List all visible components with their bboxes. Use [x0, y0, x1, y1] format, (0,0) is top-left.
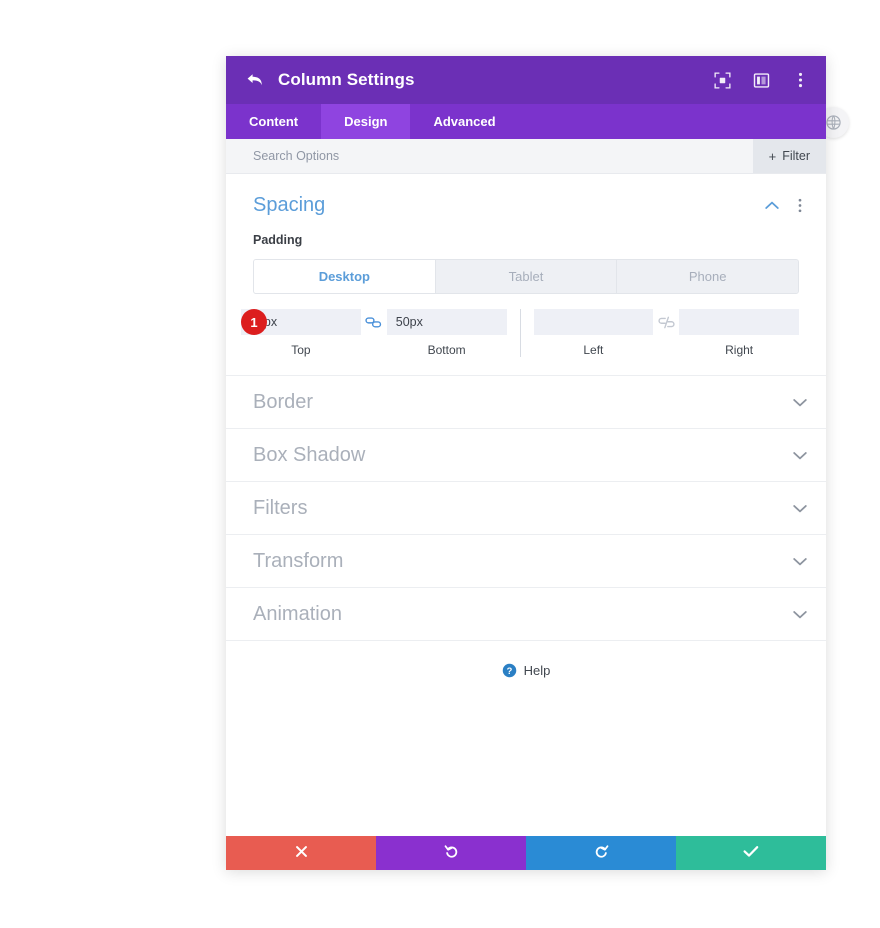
cancel-button[interactable] — [226, 836, 376, 870]
section-transform[interactable]: Transform — [226, 534, 826, 587]
panel-tabs: Content Design Advanced — [226, 104, 826, 139]
padding-top-label: Top — [291, 343, 311, 357]
padding-bottom-cell: Bottom — [386, 309, 507, 357]
back-arrow-icon[interactable] — [244, 69, 266, 91]
screen: Column Settings Content Design Advanced … — [0, 0, 880, 928]
column-settings-panel: Column Settings Content Design Advanced … — [226, 56, 826, 870]
tab-design[interactable]: Design — [321, 104, 411, 139]
chevron-up-icon[interactable] — [764, 198, 780, 214]
save-button[interactable] — [676, 836, 826, 870]
page-title: Column Settings — [278, 70, 415, 89]
kebab-menu-icon[interactable] — [790, 70, 810, 90]
spacing-title: Spacing — [253, 194, 326, 216]
filter-label: Filter — [782, 149, 810, 163]
padding-right-label: Right — [725, 343, 754, 357]
help-row[interactable]: ? Help — [226, 640, 826, 678]
section-transform-title: Transform — [253, 549, 344, 572]
redo-arrow-icon — [594, 844, 609, 862]
redo-button[interactable] — [526, 836, 676, 870]
panel-layout-icon[interactable] — [751, 70, 771, 90]
settings-body: Spacing Padding Desktop Tablet Phone 1 5… — [226, 174, 826, 836]
padding-left-label: Left — [583, 343, 604, 357]
section-filters[interactable]: Filters — [226, 481, 826, 534]
tab-advanced[interactable]: Advanced — [410, 104, 518, 139]
check-mark-icon — [743, 845, 759, 861]
section-animation-title: Animation — [253, 602, 342, 625]
x-mark-icon — [295, 845, 308, 861]
device-tab-phone[interactable]: Phone — [617, 260, 798, 293]
panel-titlebar: Column Settings — [226, 56, 826, 104]
section-spacing: Spacing Padding Desktop Tablet Phone 1 5… — [226, 174, 826, 375]
chevron-down-icon[interactable] — [792, 500, 808, 516]
section-border-title: Border — [253, 390, 314, 413]
svg-text:?: ? — [506, 666, 512, 676]
spacing-menu-icon[interactable] — [792, 198, 808, 214]
padding-right-input[interactable] — [679, 309, 799, 335]
chevron-down-icon[interactable] — [792, 447, 808, 463]
padding-right-cell: Right — [679, 309, 799, 357]
search-options-row: + Filter — [226, 139, 826, 174]
device-tab-desktop[interactable]: Desktop — [254, 260, 436, 293]
chevron-down-icon[interactable] — [792, 553, 808, 569]
undo-arrow-icon — [444, 844, 459, 862]
filter-button[interactable]: + Filter — [752, 139, 826, 173]
section-border[interactable]: Border — [226, 375, 826, 428]
padding-inputs: 1 Top — [226, 309, 826, 357]
padding-bottom-label: Bottom — [427, 343, 466, 357]
search-input[interactable] — [253, 139, 753, 173]
padding-bottom-input[interactable] — [386, 309, 507, 335]
panel-footer — [226, 836, 826, 870]
chevron-down-icon[interactable] — [792, 394, 808, 410]
padding-left-input[interactable] — [533, 309, 654, 335]
section-filters-title: Filters — [253, 496, 308, 519]
padding-label: Padding — [253, 233, 303, 247]
section-animation[interactable]: Animation — [226, 587, 826, 640]
help-label: Help — [523, 663, 551, 678]
spacing-header[interactable]: Spacing — [226, 174, 826, 217]
titlebar-actions — [712, 70, 810, 90]
link-chain-icon[interactable] — [361, 309, 387, 335]
undo-button[interactable] — [376, 836, 526, 870]
help-question-icon: ? — [502, 663, 517, 678]
device-tabs: Desktop Tablet Phone — [253, 259, 799, 294]
focus-target-icon[interactable] — [712, 70, 732, 90]
step-badge-1: 1 — [241, 309, 267, 335]
chevron-down-icon[interactable] — [792, 606, 808, 622]
device-tab-tablet[interactable]: Tablet — [435, 260, 618, 293]
broken-chain-icon[interactable] — [653, 309, 679, 335]
tab-content[interactable]: Content — [226, 104, 321, 139]
spacing-header-icons — [764, 198, 808, 214]
padding-left-cell: Left — [533, 309, 654, 357]
padding-horizontal-group: Left Right — [519, 309, 799, 357]
padding-vertical-group: Top Bottom — [241, 309, 507, 357]
plus-icon: + — [768, 148, 777, 164]
section-box-shadow[interactable]: Box Shadow — [226, 428, 826, 481]
section-box-shadow-title: Box Shadow — [253, 443, 366, 466]
